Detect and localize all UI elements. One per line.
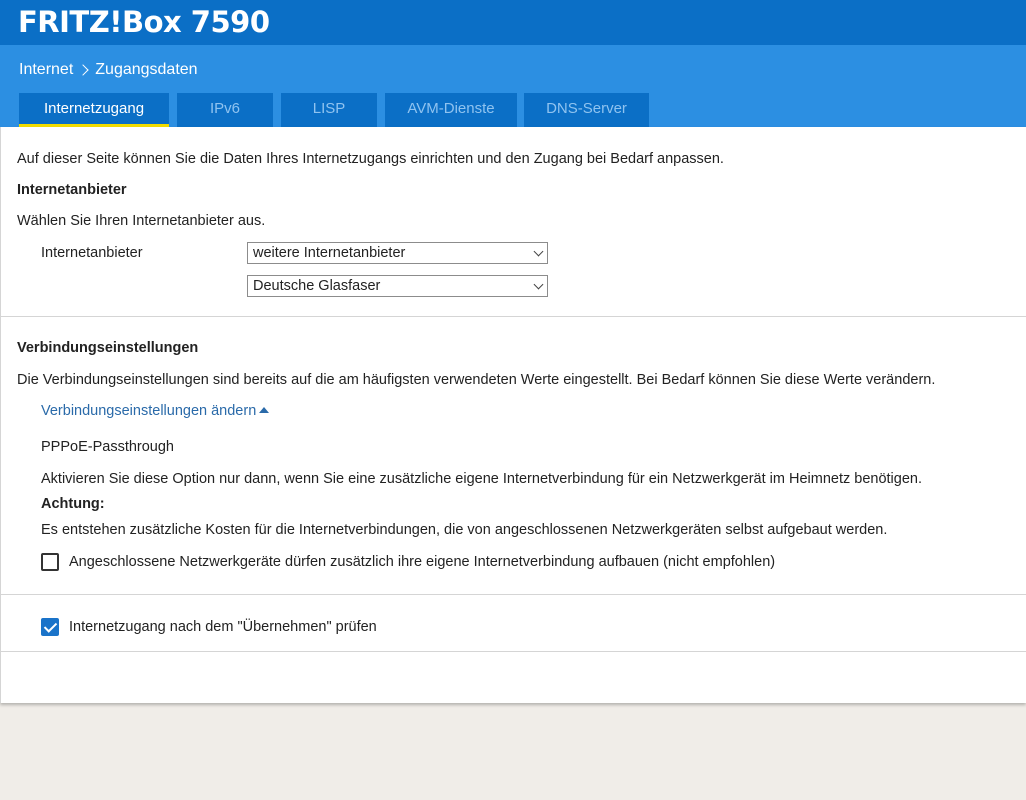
- check-internet-checkbox-label[interactable]: Internetzugang nach dem "Übernehmen" prü…: [69, 619, 377, 635]
- chevron-right-icon: [77, 64, 89, 76]
- chevron-down-icon: [533, 279, 544, 290]
- provider-label: Internetanbieter: [41, 245, 143, 261]
- content-panel: Auf dieser Seite können Sie die Daten Ih…: [0, 127, 1026, 703]
- connection-description: Die Verbindungseinstellungen sind bereit…: [17, 372, 936, 388]
- provider-select-value: weitere Internetanbieter: [253, 245, 406, 261]
- chevron-down-icon: [533, 246, 544, 257]
- breadcrumb: Internet Zugangsdaten: [19, 61, 198, 79]
- triangle-up-icon: [259, 407, 270, 413]
- provider-heading: Internetanbieter: [17, 182, 127, 198]
- connection-settings-toggle-label: Verbindungseinstellungen ändern: [41, 403, 257, 419]
- passthrough-checkbox[interactable]: [41, 553, 59, 571]
- pppoe-title: PPPoE-Passthrough: [41, 439, 174, 455]
- intro-text: Auf dieser Seite können Sie die Daten Ih…: [17, 151, 724, 167]
- provider-select[interactable]: weitere Internetanbieter: [247, 242, 548, 264]
- warning-label: Achtung:: [41, 496, 105, 512]
- tab-ipv6[interactable]: IPv6: [177, 93, 273, 127]
- divider: [1, 594, 1026, 595]
- breadcrumb-zugangsdaten: Zugangsdaten: [95, 61, 198, 78]
- tab-internetzugang[interactable]: Internetzugang: [19, 93, 169, 127]
- tab-lisp[interactable]: LISP: [281, 93, 377, 127]
- divider: [1, 651, 1026, 652]
- connection-settings-toggle-link[interactable]: Verbindungseinstellungen ändern: [41, 403, 270, 419]
- tab-dns-server[interactable]: DNS-Server: [524, 93, 649, 127]
- provider-instruction: Wählen Sie Ihren Internetanbieter aus.: [17, 213, 266, 229]
- provider-sub-select[interactable]: Deutsche Glasfaser: [247, 275, 548, 297]
- sub-navigation: Internet Zugangsdaten Internetzugang IPv…: [0, 45, 1026, 127]
- passthrough-checkbox-label[interactable]: Angeschlossene Netzwerkgeräte dürfen zus…: [69, 554, 775, 570]
- header-bar: FRITZ!Box 7590: [0, 0, 1026, 45]
- warning-text: Es entstehen zusätzliche Kosten für die …: [41, 522, 888, 538]
- connection-heading: Verbindungseinstellungen: [17, 340, 199, 356]
- breadcrumb-internet[interactable]: Internet: [19, 61, 73, 79]
- app-title: FRITZ!Box 7590: [18, 5, 270, 39]
- pppoe-description: Aktivieren Sie diese Option nur dann, we…: [41, 471, 922, 487]
- check-internet-checkbox[interactable]: [41, 618, 59, 636]
- provider-sub-select-value: Deutsche Glasfaser: [253, 278, 381, 294]
- divider: [1, 316, 1026, 317]
- tab-avm-dienste[interactable]: AVM-Dienste: [385, 93, 517, 127]
